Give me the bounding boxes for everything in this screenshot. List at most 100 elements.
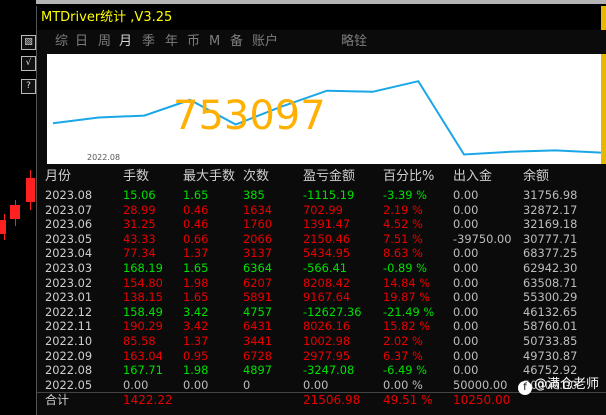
cell-month: 2023.06 <box>45 217 93 232</box>
tab-note[interactable]: 备 <box>230 30 243 54</box>
cell-deposit: 0.00 <box>453 261 479 275</box>
cell-max-lots: 0.66 <box>183 231 209 246</box>
cell-count: 3137 <box>243 246 272 261</box>
stats-window[interactable]: MTDriver统计 ,V3.25 ▧ √ ? 综 日 周 月 季 年 币 M … <box>21 6 606 415</box>
table-row[interactable]: 2023.01 138.15 1.65 5891 9167.64 19.87 % 0.00 5… <box>37 290 606 304</box>
cell-percent: 0.00 % <box>383 377 423 392</box>
cell-count: 385 <box>243 188 265 202</box>
total-pnl: 21506.98 <box>303 393 361 408</box>
cell-lots: 77.34 <box>123 246 156 261</box>
cell-lots: 163.04 <box>123 348 163 363</box>
tab-year[interactable]: 年 <box>165 30 178 54</box>
cell-month: 2023.04 <box>45 246 93 261</box>
cell-max-lots: 0.00 <box>183 377 209 392</box>
tab-season[interactable]: 季 <box>142 30 155 54</box>
tab-month[interactable]: 月 <box>119 30 132 54</box>
tab-day[interactable]: 日 <box>75 30 88 54</box>
title-bar[interactable]: MTDriver统计 ,V3.25 <box>37 6 606 30</box>
cell-deposit: 0.00 <box>453 275 479 290</box>
toolbar-check-icon[interactable]: √ <box>21 56 36 71</box>
cell-percent: 2.02 % <box>383 334 423 348</box>
cell-balance: 46752.92 <box>523 363 578 378</box>
top-border <box>36 0 606 4</box>
table-row[interactable]: 2022.10 85.58 1.37 3441 1002.98 2.02 % 0.00 507… <box>37 334 606 348</box>
tab-summary[interactable]: 综 <box>55 30 68 54</box>
table-row[interactable]: 2023.05 43.33 0.66 2066 2150.46 7.51 % -39750.… <box>37 232 606 246</box>
table-row[interactable]: 2023.02 154.80 1.98 6207 8208.42 14.84 % 0.00 6… <box>37 276 606 290</box>
table-row[interactable]: 2023.07 28.99 0.46 1634 702.99 2.19 % 0.00 3287… <box>37 203 606 217</box>
cell-pnl: 0.00 <box>303 377 329 392</box>
header-pnl: 盈亏金额 <box>303 169 356 184</box>
total-deposit: 10250.00 <box>453 393 511 408</box>
cell-balance: 32872.17 <box>523 202 578 217</box>
cell-percent: -0.89 % <box>383 261 427 275</box>
cell-balance: 68377.25 <box>523 246 578 261</box>
cell-pnl: 702.99 <box>303 202 343 217</box>
tab-account[interactable]: 账户 <box>252 30 278 54</box>
table-row[interactable]: 2022.11 190.29 3.42 6431 8026.16 15.82 % 0.00 5… <box>37 319 606 333</box>
cell-max-lots: 1.65 <box>183 290 209 305</box>
window-corner <box>601 6 606 30</box>
cell-month: 2022.10 <box>45 334 93 348</box>
cell-count: 6728 <box>243 348 272 363</box>
chart-x-label: 2022.08 <box>87 153 121 162</box>
cell-month: 2023.08 <box>45 188 93 202</box>
header-month: 月份 <box>45 169 72 184</box>
header-lots: 手数 <box>123 169 150 184</box>
table-row[interactable]: 2023.06 31.25 0.46 1760 1391.47 4.52 % 0.00 321… <box>37 217 606 231</box>
cell-percent: 6.37 % <box>383 348 423 363</box>
cell-deposit: 0.00 <box>453 188 479 202</box>
cell-month: 2022.05 <box>45 377 93 392</box>
tab-strategy[interactable]: 略铨 <box>341 30 367 54</box>
cell-percent: 14.84 % <box>383 275 431 290</box>
cell-lots: 85.58 <box>123 334 156 348</box>
cell-percent: 2.19 % <box>383 202 423 217</box>
cell-pnl: 8208.42 <box>303 275 351 290</box>
cell-count: 6364 <box>243 261 272 275</box>
cell-month: 2023.07 <box>45 202 93 217</box>
cell-deposit: 0.00 <box>453 348 479 363</box>
cell-lots: 168.19 <box>123 261 163 275</box>
tab-currency[interactable]: 币 <box>187 30 200 54</box>
cell-balance: 46132.65 <box>523 304 578 319</box>
table-row[interactable]: 2023.03 168.19 1.65 6364 -566.41 -0.89 % 0.00 6… <box>37 261 606 275</box>
cell-deposit: 0.00 <box>453 202 479 217</box>
table-row[interactable]: 2023.08 15.06 1.65 385 -1115.19 -3.39 % 0.00 31… <box>37 188 606 202</box>
cell-count: 1634 <box>243 202 272 217</box>
cell-max-lots: 1.65 <box>183 261 209 275</box>
cell-lots: 167.71 <box>123 363 163 378</box>
tab-week[interactable]: 周 <box>98 30 111 54</box>
table-row[interactable]: 2022.12 158.49 3.42 4757 -12627.36 -21.49 % 0.… <box>37 305 606 319</box>
cell-balance: 63508.71 <box>523 275 578 290</box>
cell-max-lots: 3.42 <box>183 319 209 334</box>
cell-percent: 4.52 % <box>383 217 423 232</box>
toolbar-grid-icon[interactable]: ▧ <box>21 35 36 50</box>
table-row[interactable]: 2022.08 167.71 1.98 4897 -3247.08 -6.49 % 0.00… <box>37 363 606 377</box>
cell-max-lots: 1.37 <box>183 334 209 348</box>
cell-max-lots: 0.46 <box>183 202 209 217</box>
cell-deposit: 0.00 <box>453 319 479 334</box>
cell-month: 2023.05 <box>45 231 93 246</box>
cell-count: 6207 <box>243 275 272 290</box>
cell-pnl: 9167.64 <box>303 290 351 305</box>
cell-count: 2066 <box>243 231 272 246</box>
cell-count: 5891 <box>243 290 272 305</box>
cell-deposit: 0.00 <box>453 290 479 305</box>
cell-pnl: -566.41 <box>303 261 347 275</box>
table-row[interactable]: 2023.04 77.34 1.37 3137 5434.95 8.63 % 0.00 683… <box>37 246 606 260</box>
cell-lots: 15.06 <box>123 188 156 202</box>
cell-count: 1760 <box>243 217 272 232</box>
candle <box>26 178 35 202</box>
cell-month: 2022.08 <box>45 363 93 378</box>
cell-max-lots: 1.65 <box>183 188 209 202</box>
cell-balance: 49730.87 <box>523 348 578 363</box>
table-row[interactable]: 2022.09 163.04 0.95 6728 2977.95 6.37 % 0.00 49… <box>37 349 606 363</box>
toolbar-help-icon[interactable]: ? <box>21 79 36 94</box>
cell-percent: 7.51 % <box>383 231 423 246</box>
candle <box>10 205 20 219</box>
tab-m[interactable]: M <box>209 30 220 54</box>
chart-scrollbar[interactable] <box>601 54 606 164</box>
cell-percent: 15.82 % <box>383 319 431 334</box>
cell-lots: 138.15 <box>123 290 163 305</box>
cell-count: 4757 <box>243 304 272 319</box>
